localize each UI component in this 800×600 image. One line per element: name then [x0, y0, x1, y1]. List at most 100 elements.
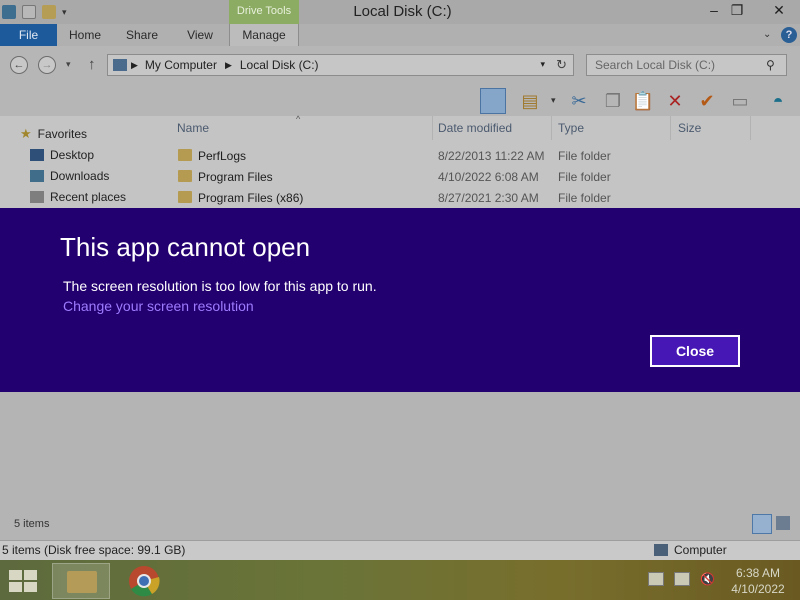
- taskbar-file-explorer[interactable]: [52, 563, 110, 599]
- file-name: PerfLogs: [198, 149, 247, 163]
- close-button[interactable]: Close: [650, 335, 740, 367]
- folder-icon: [178, 149, 192, 161]
- title-bar: ▾ Drive Tools Local Disk (C:) – ❐ ✕: [0, 0, 800, 24]
- refresh-icon[interactable]: ↻: [556, 57, 567, 73]
- clock-time[interactable]: 6:38 AM: [728, 566, 788, 580]
- computer-icon: [654, 544, 668, 556]
- nav-recent-places-label: Recent places: [50, 190, 127, 204]
- windows-start-icon[interactable]: [9, 570, 37, 592]
- column-divider[interactable]: [670, 116, 671, 140]
- column-divider[interactable]: [750, 116, 751, 140]
- tab-view[interactable]: View: [171, 24, 229, 46]
- details-view-button[interactable]: [752, 514, 772, 534]
- file-date: 4/10/2022 6:08 AM: [438, 170, 539, 184]
- tab-share[interactable]: Share: [113, 24, 171, 46]
- nav-recent-places[interactable]: Recent places: [30, 188, 126, 206]
- taskbar-chrome[interactable]: [118, 563, 176, 599]
- nav-favorites[interactable]: ★ Favorites: [20, 125, 87, 143]
- recent-places-icon: [30, 191, 44, 203]
- close-window-button[interactable]: ✕: [762, 0, 796, 22]
- file-date: 8/22/2013 11:22 AM: [438, 149, 545, 163]
- app-cannot-open-dialog: This app cannot open The screen resoluti…: [0, 208, 800, 392]
- address-row: ← → ▾ ↑ ▶ My Computer ▶ Local Disk (C:) …: [0, 46, 800, 86]
- ribbon-tabs: File Home Share View Manage ⌄ ?: [0, 24, 800, 46]
- column-divider[interactable]: [432, 116, 433, 140]
- shell-icon[interactable]: ◓: [765, 88, 791, 114]
- help-icon[interactable]: ?: [781, 27, 797, 43]
- status-location-label: Computer: [674, 543, 727, 557]
- network-icon[interactable]: [674, 572, 690, 586]
- breadcrumb-my-computer[interactable]: My Computer: [145, 58, 217, 72]
- preview-pane-button[interactable]: [480, 88, 506, 114]
- forward-button[interactable]: →: [38, 56, 56, 74]
- column-header-type[interactable]: Type: [558, 121, 584, 135]
- ribbon-expand-icon[interactable]: ⌄: [763, 29, 771, 40]
- clock-date[interactable]: 4/10/2022: [728, 582, 788, 596]
- column-header-size[interactable]: Size: [678, 121, 701, 135]
- search-input[interactable]: Search Local Disk (C:): [586, 54, 787, 76]
- file-name: Program Files: [198, 170, 273, 184]
- file-type: File folder: [558, 149, 611, 163]
- copy-icon[interactable]: ❐: [600, 88, 626, 114]
- file-list: ^ Name Date modified Type Size PerfLogs …: [168, 114, 800, 209]
- navigation-pane: ★ Favorites Desktop Downloads Recent pla…: [0, 116, 168, 208]
- file-date: 8/27/2021 2:30 AM: [438, 191, 539, 205]
- cut-icon[interactable]: ✂: [566, 88, 592, 114]
- file-list-lower-area: 5 items: [0, 392, 800, 540]
- breadcrumb-separator[interactable]: ▶: [131, 60, 138, 71]
- properties-button[interactable]: ▤: [517, 88, 543, 114]
- delete-icon[interactable]: ✕: [662, 88, 688, 114]
- folder-icon: [178, 191, 192, 203]
- nav-desktop-label: Desktop: [50, 148, 95, 162]
- file-name: Program Files (x86): [198, 191, 304, 205]
- large-icons-view-button[interactable]: [776, 516, 790, 530]
- tab-home[interactable]: Home: [57, 24, 113, 46]
- file-type: File folder: [558, 170, 611, 184]
- nav-desktop[interactable]: Desktop: [30, 146, 94, 164]
- rename-icon[interactable]: ▭: [727, 88, 753, 114]
- volume-muted-icon[interactable]: 🔇: [700, 572, 716, 586]
- recent-locations-dropdown[interactable]: ▾: [66, 59, 71, 70]
- change-resolution-link[interactable]: Change your screen resolution: [63, 298, 254, 314]
- dialog-message: The screen resolution is too low for thi…: [63, 278, 377, 294]
- nav-favorites-label: Favorites: [37, 127, 88, 141]
- dialog-title: This app cannot open: [60, 232, 311, 262]
- nav-downloads[interactable]: Downloads: [30, 167, 109, 185]
- paste-icon[interactable]: 📋: [630, 88, 656, 114]
- up-button[interactable]: ↑: [88, 56, 96, 73]
- breadcrumb-separator[interactable]: ▶: [225, 60, 232, 71]
- column-header-name[interactable]: Name: [177, 121, 209, 135]
- search-icon[interactable]: ⚲: [766, 58, 775, 72]
- tab-file[interactable]: File: [0, 24, 57, 46]
- system-tray: 🔇: [648, 572, 716, 586]
- table-row[interactable]: Program Files (x86) 8/27/2021 2:30 AM Fi…: [168, 188, 800, 209]
- items-count: 5 items: [14, 518, 50, 530]
- folder-icon: [178, 170, 192, 182]
- file-type: File folder: [558, 191, 611, 205]
- command-toolbar: ▤ ▾ ✂ ❐ 📋 ✕ ✔ ▭ ◓: [0, 86, 800, 116]
- star-icon: ★: [20, 126, 32, 141]
- breadcrumb-local-disk[interactable]: Local Disk (C:): [240, 58, 319, 72]
- table-row[interactable]: PerfLogs 8/22/2013 11:22 AM File folder: [168, 146, 800, 167]
- restore-button[interactable]: ❐: [720, 0, 754, 22]
- table-row[interactable]: Program Files 4/10/2022 6:08 AM File fol…: [168, 167, 800, 188]
- status-detail: 5 items (Disk free space: 99.1 GB): [2, 543, 186, 557]
- check-icon[interactable]: ✔: [694, 88, 720, 114]
- computer-icon: [113, 59, 127, 71]
- back-button[interactable]: ←: [10, 56, 28, 74]
- address-bar[interactable]: ▶ My Computer ▶ Local Disk (C:) ▾ ↻: [107, 54, 574, 76]
- downloads-icon: [30, 170, 44, 182]
- column-header-date-modified[interactable]: Date modified: [438, 121, 512, 135]
- desktop-icon: [30, 149, 44, 161]
- column-divider[interactable]: [551, 116, 552, 140]
- window-title: Local Disk (C:): [353, 3, 452, 20]
- action-center-icon[interactable]: [648, 572, 664, 586]
- status-bar: 5 items (Disk free space: 99.1 GB) Compu…: [0, 540, 800, 560]
- sort-arrow-icon: ^: [296, 114, 301, 124]
- chrome-icon: [129, 566, 160, 597]
- properties-dropdown-icon[interactable]: ▾: [551, 95, 556, 106]
- tab-manage[interactable]: Manage: [229, 24, 299, 46]
- folder-icon: [67, 571, 97, 593]
- status-location: Computer: [654, 543, 727, 557]
- address-dropdown-icon[interactable]: ▾: [540, 59, 545, 70]
